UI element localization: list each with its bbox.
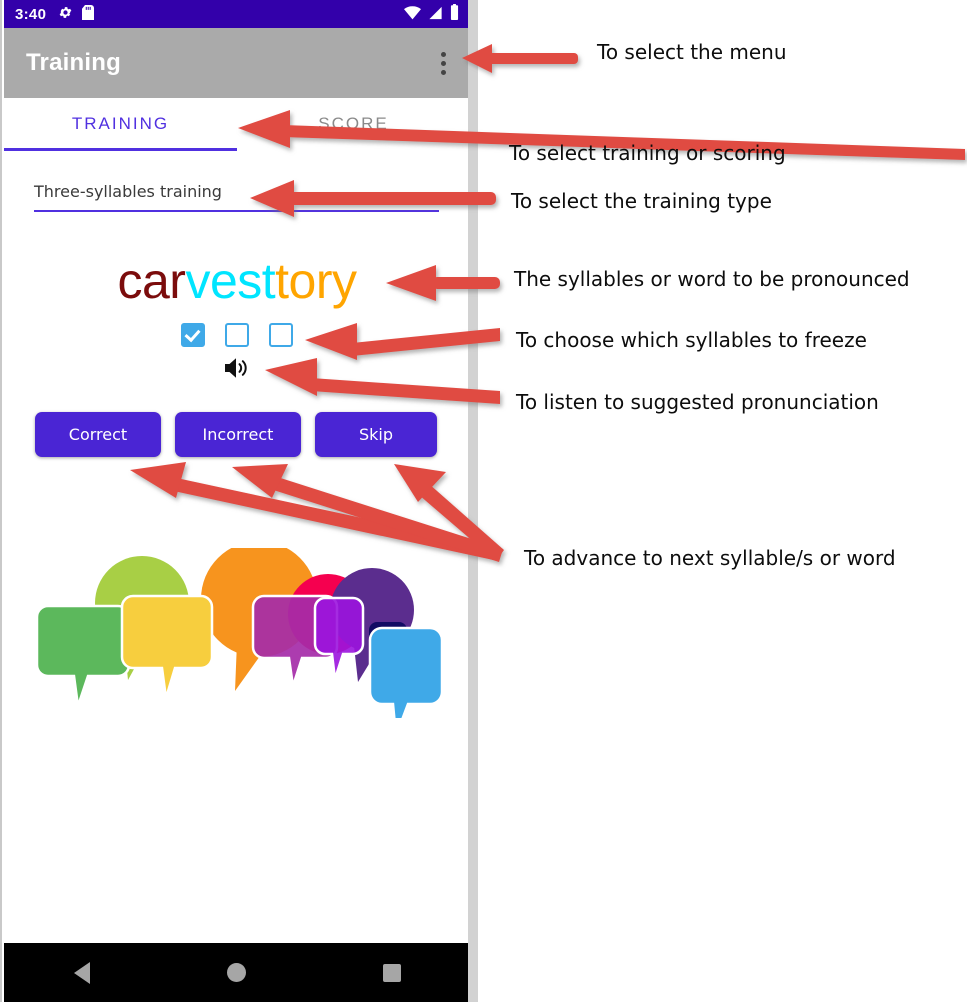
freeze-checkbox-3[interactable]: [269, 323, 293, 347]
syllable-2: vest: [185, 253, 276, 309]
bubble-green: [35, 604, 131, 707]
app-bar-title: Training: [26, 49, 121, 76]
status-right-icons: [404, 4, 459, 24]
arrow-menu: [462, 44, 578, 73]
recents-square-icon: [383, 963, 402, 982]
overflow-dot: [441, 51, 446, 57]
wifi-icon: [404, 5, 421, 24]
bubble-blue: [368, 626, 444, 737]
nav-recents-button[interactable]: [315, 963, 470, 982]
tab-training[interactable]: TRAINING: [4, 98, 237, 150]
skip-button[interactable]: Skip: [315, 412, 437, 457]
speech-bubbles-illustration: [32, 541, 452, 737]
overflow-menu-icon[interactable]: [441, 51, 446, 75]
status-left-icons: [58, 4, 95, 24]
bubble-yellow: [120, 594, 214, 699]
app-bar: Training: [4, 28, 470, 98]
home-circle-icon: [227, 963, 247, 982]
bubble-violet: [313, 596, 365, 680]
tab-score[interactable]: SCORE: [237, 98, 470, 150]
training-type-spinner[interactable]: Three-syllables training: [34, 182, 439, 212]
nav-back-button[interactable]: [4, 961, 159, 984]
status-clock: 3:40: [15, 5, 47, 23]
tab-active-indicator: [4, 148, 237, 151]
annotation-word: The syllables or word to be pronounced: [514, 267, 910, 291]
freeze-checkbox-group: [4, 323, 470, 347]
annotation-advance: To advance to next syllable/s or word: [524, 546, 896, 570]
phone-screen: 3:40 Training TRAINING SCORE Three-sylla…: [0, 0, 470, 1002]
incorrect-button[interactable]: Incorrect: [175, 412, 301, 457]
action-button-row: Correct Incorrect Skip: [35, 412, 437, 457]
gear-icon: [58, 5, 73, 24]
annotation-menu: To select the menu: [597, 40, 787, 64]
freeze-checkbox-1[interactable]: [181, 323, 205, 347]
cellular-signal-icon: [428, 5, 443, 24]
annotation-type: To select the training type: [511, 189, 772, 213]
spinner-underline: [34, 210, 439, 212]
status-bar: 3:40: [4, 0, 470, 28]
overflow-dot: [441, 60, 446, 66]
syllable-3: tory: [275, 253, 357, 309]
speaker-volume-icon[interactable]: [4, 355, 470, 381]
freeze-checkbox-2[interactable]: [225, 323, 249, 347]
back-triangle-icon: [73, 961, 90, 984]
annotation-freeze: To choose which syllables to freeze: [516, 328, 867, 352]
sd-card-icon: [82, 4, 95, 24]
overflow-dot: [441, 69, 446, 75]
android-navigation-bar: [4, 943, 470, 1002]
word-display: carvesttory: [4, 252, 470, 310]
training-type-value: Three-syllables training: [34, 182, 222, 201]
battery-icon: [450, 4, 459, 24]
nav-home-button[interactable]: [159, 963, 314, 982]
correct-button[interactable]: Correct: [35, 412, 161, 457]
syllable-1: car: [117, 253, 186, 309]
phone-bezel: [468, 0, 478, 1002]
annotation-tabs: To select training or scoring: [509, 141, 786, 165]
annotation-listen: To listen to suggested pronunciation: [516, 390, 879, 414]
tab-bar: TRAINING SCORE: [4, 98, 470, 150]
